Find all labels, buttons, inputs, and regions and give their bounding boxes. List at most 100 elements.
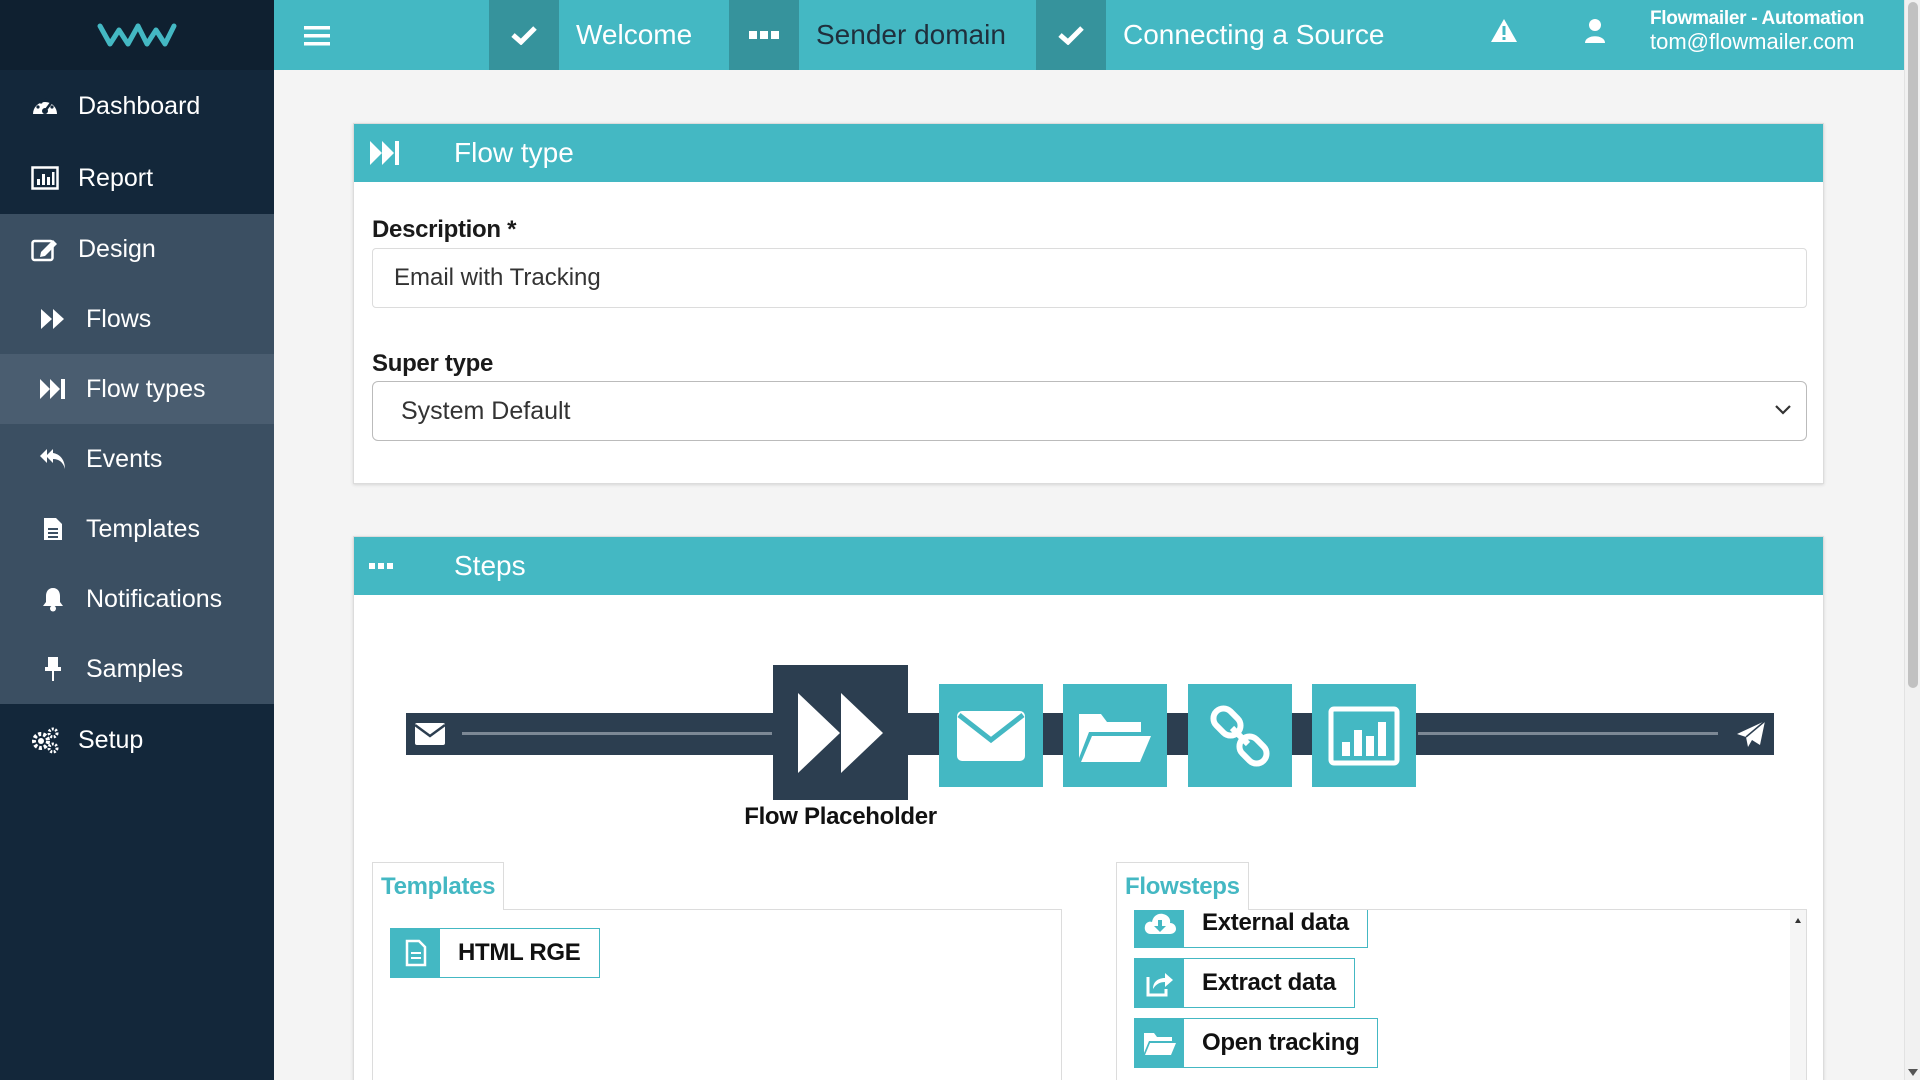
sidebar-item-label: Setup xyxy=(78,725,144,754)
envelope-icon xyxy=(957,710,1025,761)
paper-plane-icon xyxy=(1736,720,1766,748)
design-icon xyxy=(30,234,60,264)
hamburger-menu-icon[interactable] xyxy=(304,25,330,47)
sidebar-item-dashboard[interactable]: Dashboard xyxy=(0,70,274,142)
sidebar-item-label: Events xyxy=(86,444,163,473)
user-info[interactable]: Flowmailer - Automation tom@flowmailer.c… xyxy=(1650,9,1864,53)
flowsteps-scrollbar[interactable] xyxy=(1790,910,1806,1080)
sidebar-item-report[interactable]: Report xyxy=(0,142,274,214)
flow-step-link-tracking[interactable] xyxy=(1188,684,1292,787)
wizard-step-label: Welcome xyxy=(576,19,693,50)
check-icon xyxy=(1036,0,1106,70)
check-icon xyxy=(489,0,559,70)
flowstep-label: Open tracking xyxy=(1202,1029,1360,1056)
panel-header: Flow type xyxy=(354,124,1823,182)
flow-placeholder-step[interactable] xyxy=(773,665,908,800)
panel-header: Steps xyxy=(354,537,1823,595)
design-submenu: Design Flows Flow types Events Templates xyxy=(0,214,274,704)
warning-icon[interactable] xyxy=(1490,18,1518,44)
dashboard-icon xyxy=(30,91,60,121)
super-type-label: Super type xyxy=(372,350,494,377)
flowsteps-list: Flowsteps External data Extract data Ope… xyxy=(1116,862,1807,1080)
flowstep-label: Extract data xyxy=(1202,969,1336,996)
super-type-select[interactable]: System Default xyxy=(372,381,1807,441)
tab-flowsteps[interactable]: Flowsteps xyxy=(1116,862,1249,910)
wizard-step-welcome[interactable]: Welcome xyxy=(489,0,692,70)
super-type-value: System Default xyxy=(401,396,571,425)
user-icon[interactable] xyxy=(1584,18,1606,44)
folder-open-icon xyxy=(1135,1019,1184,1067)
sidebar-item-label: Dashboard xyxy=(78,91,201,120)
flowsteps-list-body: External data Extract data Open tracking xyxy=(1116,909,1807,1080)
skip-forward-icon xyxy=(38,374,68,404)
top-bar: Welcome Sender domain Connecting a Sourc… xyxy=(274,0,1904,70)
flow-step-email[interactable] xyxy=(939,684,1043,787)
templates-list-body: HTML RGE xyxy=(372,909,1062,1080)
wizard-step-label: Sender domain xyxy=(816,19,1006,50)
scroll-down-arrow-icon[interactable] xyxy=(1908,1069,1918,1076)
flowstep-item-external-data[interactable]: External data xyxy=(1134,909,1368,948)
chevron-down-icon xyxy=(1774,404,1792,416)
track-line xyxy=(1418,732,1718,735)
template-label: HTML RGE xyxy=(458,939,581,966)
track-line xyxy=(462,732,772,735)
wizard-step-label: Connecting a Source xyxy=(1123,19,1385,50)
flowstep-item-open-tracking[interactable]: Open tracking xyxy=(1134,1018,1379,1068)
file-icon xyxy=(391,929,440,977)
steps-panel: Steps Flow Placeholder Templates HTML RG… xyxy=(353,536,1824,1080)
reply-all-icon xyxy=(38,444,68,474)
sidebar-item-label: Flow types xyxy=(86,374,206,403)
flow-type-panel: Flow type Description * Super type Syste… xyxy=(353,123,1824,484)
templates-list: Templates HTML RGE xyxy=(372,862,1062,1080)
wizard-step-sender-domain[interactable]: Sender domain xyxy=(729,0,1006,70)
sidebar-item-samples[interactable]: Samples xyxy=(0,634,274,704)
sidebar-item-design[interactable]: Design xyxy=(0,214,274,284)
description-input[interactable] xyxy=(372,248,1807,308)
folder-open-icon xyxy=(1079,713,1151,762)
sidebar-item-flow-types[interactable]: Flow types xyxy=(0,354,274,424)
flow-step-statistics[interactable] xyxy=(1312,684,1416,787)
sidebar: Dashboard Report Design Flows Flow types xyxy=(0,0,274,1080)
link-icon xyxy=(1210,704,1270,767)
bar-chart-icon xyxy=(1328,706,1400,765)
page-scrollbar[interactable] xyxy=(1904,0,1920,1080)
wizard-step-connecting-source[interactable]: Connecting a Source xyxy=(1036,0,1385,70)
user-organization: Flowmailer - Automation xyxy=(1650,8,1865,29)
panel-title: Flow type xyxy=(454,137,574,168)
sidebar-item-events[interactable]: Events xyxy=(0,424,274,494)
flow-step-archive[interactable] xyxy=(1063,684,1167,787)
pin-icon xyxy=(38,654,68,684)
sidebar-item-templates[interactable]: Templates xyxy=(0,494,274,564)
gears-icon xyxy=(30,725,60,755)
flowstep-label: External data xyxy=(1202,909,1349,936)
tab-templates[interactable]: Templates xyxy=(372,862,505,910)
fast-forward-icon xyxy=(38,304,68,334)
sidebar-item-flows[interactable]: Flows xyxy=(0,284,274,354)
sidebar-item-label: Templates xyxy=(86,514,200,543)
cloud-download-icon xyxy=(1135,910,1184,947)
logo[interactable] xyxy=(0,0,274,70)
sidebar-item-setup[interactable]: Setup xyxy=(0,704,274,776)
share-icon xyxy=(1135,959,1184,1007)
ellipsis-icon xyxy=(354,562,454,570)
bell-icon xyxy=(38,584,68,614)
template-item-html-rge[interactable]: HTML RGE xyxy=(390,928,600,978)
sidebar-item-notifications[interactable]: Notifications xyxy=(0,564,274,634)
user-email: tom@flowmailer.com xyxy=(1650,29,1855,54)
sidebar-item-label: Report xyxy=(78,163,154,192)
panel-title: Steps xyxy=(454,550,526,581)
fast-forward-icon xyxy=(797,692,883,773)
ellipsis-icon xyxy=(729,0,799,70)
flowstep-item-extract-data[interactable]: Extract data xyxy=(1134,958,1355,1008)
sidebar-item-label: Samples xyxy=(86,654,184,683)
description-label: Description * xyxy=(372,216,517,243)
flow-placeholder-label: Flow Placeholder xyxy=(744,803,937,830)
scrollbar-thumb[interactable] xyxy=(1908,2,1918,688)
sidebar-item-label: Notifications xyxy=(86,584,223,613)
sidebar-item-label: Flows xyxy=(86,304,152,333)
flowmailer-logo-icon xyxy=(97,23,177,47)
file-icon xyxy=(38,514,68,544)
scroll-up-arrow-icon[interactable] xyxy=(1795,918,1801,923)
skip-forward-icon xyxy=(354,140,454,166)
envelope-icon xyxy=(414,722,446,746)
